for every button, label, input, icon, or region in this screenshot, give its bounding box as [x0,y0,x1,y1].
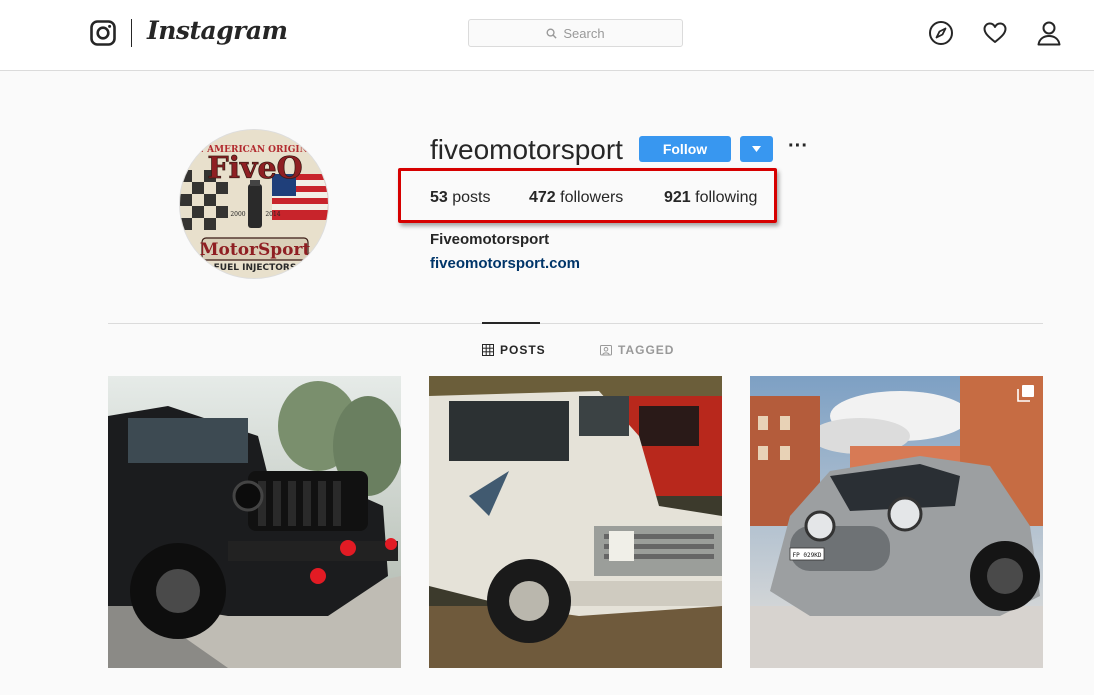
logo-text-motorsport: MotorSport [200,240,311,260]
fiveo-logo-image: AN AMERICAN ORIGINAL FiveO 2000 2014 Mot… [180,130,328,278]
tab-posts-label: POSTS [500,343,546,357]
search-input[interactable]: Search [468,19,683,47]
followers-label: followers [560,189,624,206]
heart-icon[interactable] [982,20,1008,46]
more-options-button[interactable]: ··· [787,136,809,162]
tab-tagged-label: TAGGED [618,343,675,357]
multiple-photos-icon [1017,385,1034,402]
tab-tagged[interactable]: TAGGED [600,343,674,357]
follow-button[interactable]: Follow [639,136,731,162]
following-count: 921 [664,189,691,206]
logo-divider [131,19,132,47]
tag-icon [600,345,612,356]
profile-username: fiveomotorsport [430,134,623,165]
truck-photo [429,376,722,668]
post-thumbnail-truck[interactable] [429,376,722,668]
following-stat[interactable]: 921 following [664,189,757,207]
followers-count: 472 [529,189,556,206]
search-placeholder: Search [563,25,605,41]
suggested-accounts-dropdown-button[interactable] [740,136,773,162]
tabs-divider [108,323,1043,324]
compass-icon[interactable] [928,20,954,46]
posts-count: 53 [430,189,448,206]
caret-down-icon [752,146,761,152]
license-plate-text: FP 029KD [793,552,822,559]
following-label: following [695,189,758,206]
tab-posts[interactable]: POSTS [482,343,546,357]
instagram-wordmark[interactable]: Instagram [147,16,288,45]
abarth-photo: FP 029KD [750,376,1043,668]
instagram-camera-icon[interactable] [90,20,116,46]
logo-text-year-left: 2000 [230,211,245,218]
posts-count-stat: 53 posts [430,189,491,207]
logo-text-year-right: 2014 [265,211,280,218]
posts-label: posts [452,189,491,206]
followers-stat[interactable]: 472 followers [529,189,623,207]
profile-avatar[interactable]: AN AMERICAN ORIGINAL FiveO 2000 2014 Mot… [179,129,329,279]
active-tab-indicator [482,322,540,324]
grid-icon [482,344,494,356]
logo-text-fuel: FUEL INJECTORS [214,263,297,273]
top-navigation-bar: Instagram Search [0,0,1094,71]
profile-full-name: Fiveomotorsport [430,231,550,248]
post-thumbnail-abarth[interactable]: FP 029KD [750,376,1043,668]
search-icon [546,28,557,39]
post-thumbnail-jeep[interactable] [108,376,401,668]
profile-website-link[interactable]: fiveomotorsport.com [430,255,580,272]
profile-icon[interactable] [1036,20,1062,46]
jeep-photo [108,376,401,668]
